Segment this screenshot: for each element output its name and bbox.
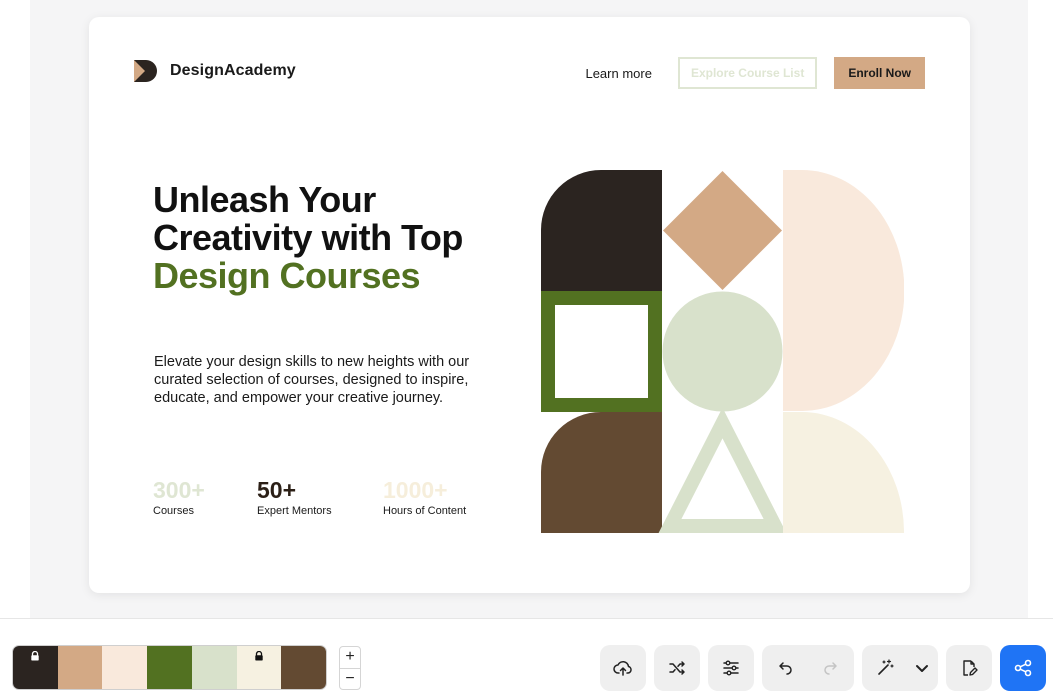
stat-value: 1000+: [383, 477, 448, 503]
upload-cloud-icon: [613, 660, 632, 676]
geometric-illustration: [541, 170, 904, 533]
chevron-down-icon: [916, 665, 928, 672]
stat-label: Expert Mentors: [257, 505, 332, 517]
swatch-dark[interactable]: [13, 646, 58, 689]
sliders-icon: [723, 660, 739, 676]
magic-dropdown-button[interactable]: [908, 645, 936, 691]
brand-name: DesignAcademy: [170, 62, 296, 79]
green-square-outline: [541, 291, 662, 412]
swatch-ivory[interactable]: [236, 646, 282, 689]
share-icon: [1014, 659, 1032, 677]
enroll-now-button[interactable]: Enroll Now: [834, 57, 925, 89]
swatch-brown[interactable]: [281, 646, 326, 689]
zoom-out-button[interactable]: −: [340, 667, 360, 690]
top-nav: Learn more Explore Course List Enroll No…: [585, 57, 925, 89]
redo-icon: [824, 662, 837, 675]
stat-courses: 300+ Courses: [153, 477, 205, 517]
swatch-tan[interactable]: [57, 646, 103, 689]
stat-hours: 1000+ Hours of Content: [383, 477, 466, 517]
shuffle-icon: [669, 661, 685, 675]
zoom-control: + −: [339, 646, 361, 690]
swatch-green[interactable]: [147, 646, 192, 689]
logo-mark-icon: [134, 60, 157, 82]
edit-button[interactable]: [946, 645, 992, 691]
ivory-arch-shape: [783, 412, 904, 533]
hero-headline: Unleash Your Creativity with Top Design …: [153, 181, 473, 295]
magic-wand-icon: [878, 659, 894, 675]
swatch-sage[interactable]: [191, 646, 237, 689]
preview-card: DesignAcademy Learn more Explore Course …: [89, 17, 970, 593]
explore-course-list-button[interactable]: Explore Course List: [677, 57, 818, 89]
upload-button[interactable]: [600, 645, 646, 691]
dark-arch-shape: [541, 170, 662, 291]
stat-label: Courses: [153, 505, 194, 517]
stat-mentors: 50+ Expert Mentors: [257, 477, 332, 517]
lock-icon[interactable]: [31, 651, 40, 661]
edit-document-icon: [963, 660, 978, 676]
stat-label: Hours of Content: [383, 505, 467, 517]
stat-value: 300+: [153, 477, 205, 503]
bottom-toolbar: + −: [0, 618, 1053, 697]
headline-text: Unleash Your Creativity with Top: [153, 179, 463, 258]
lock-icon[interactable]: [254, 651, 263, 661]
shuffle-button[interactable]: [654, 645, 700, 691]
share-button[interactable]: [1000, 645, 1046, 691]
cream-tall-arch-shape: [783, 170, 904, 411]
sage-triangle-outline: [658, 407, 787, 533]
history-group: [762, 645, 854, 691]
undo-button[interactable]: [762, 645, 808, 691]
brown-arch-shape: [541, 412, 662, 533]
hero-description: Elevate your design skills to new height…: [154, 354, 470, 406]
learn-more-link[interactable]: Learn more: [585, 66, 651, 81]
brand-logo[interactable]: DesignAcademy: [134, 59, 296, 83]
magic-group: [862, 645, 938, 691]
headline-accent: Design Courses: [153, 255, 421, 296]
redo-button[interactable]: [808, 645, 854, 691]
undo-icon: [779, 662, 792, 675]
magic-button[interactable]: [862, 645, 908, 691]
zoom-in-button[interactable]: +: [340, 647, 360, 668]
color-palette: [12, 645, 327, 690]
tan-diamond-shape: [663, 171, 782, 290]
swatch-cream[interactable]: [102, 646, 148, 689]
stat-value: 50+: [257, 477, 297, 503]
sage-circle-shape: [662, 291, 783, 412]
adjust-button[interactable]: [708, 645, 754, 691]
